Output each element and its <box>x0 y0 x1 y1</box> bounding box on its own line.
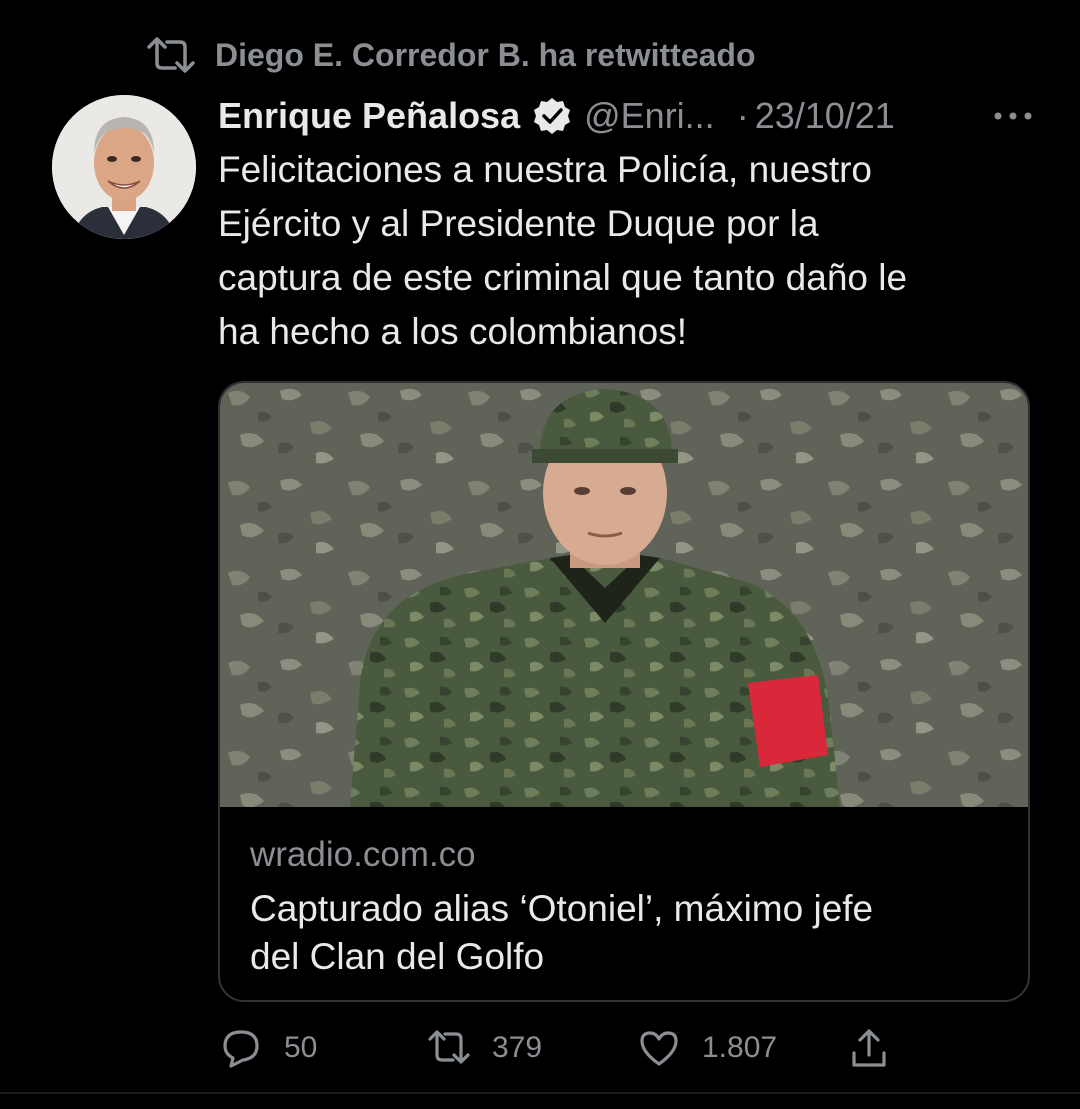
retweet-context[interactable]: Diego E. Corredor B. ha retwitteado <box>145 30 756 80</box>
reply-button[interactable]: 50 <box>218 1020 317 1076</box>
retweet-button[interactable]: 379 <box>426 1020 542 1076</box>
retweet-icon <box>147 37 195 73</box>
card-title-line: Capturado alias ‘Otoniel’, máximo jefe <box>250 888 874 929</box>
author-display-name[interactable]: Enrique Peñalosa <box>218 95 520 137</box>
tweet-text-line: captura de este criminal que tanto daño … <box>218 257 908 298</box>
retweet-context-label: Diego E. Corredor B. ha retwitteado <box>215 36 756 73</box>
share-icon <box>852 1029 886 1067</box>
retweet-icon <box>428 1030 470 1064</box>
avatar-image <box>52 95 196 239</box>
like-button[interactable]: 1.807 <box>636 1020 777 1076</box>
retweet-count: 379 <box>492 1031 543 1064</box>
divider <box>0 1092 1080 1094</box>
card-title: Capturado alias ‘Otoniel’, máximo jefe d… <box>250 885 1000 981</box>
heart-icon <box>640 1031 678 1066</box>
more-options-icon[interactable] <box>988 96 1038 136</box>
tweet-actions: 50 379 1.807 <box>216 1020 916 1076</box>
tweet-text-line: Felicitaciones a nuestra Policía, nuestr… <box>218 149 873 190</box>
like-count: 1.807 <box>702 1031 778 1064</box>
separator-dot: · <box>736 95 749 136</box>
link-preview-card[interactable]: wradio.com.co Capturado alias ‘Otoniel’,… <box>218 381 1030 1002</box>
card-domain: wradio.com.co <box>250 835 476 874</box>
avatar[interactable] <box>52 95 196 239</box>
tweet-header: Enrique Peñalosa @Enri... · 23/10/21 <box>218 88 1038 144</box>
verified-badge-icon <box>534 98 571 134</box>
tweet-text: Felicitaciones a nuestra Policía, nuestr… <box>218 143 1018 359</box>
card-title-line: del Clan del Golfo <box>250 936 545 977</box>
tweet-date[interactable]: 23/10/21 <box>755 95 895 137</box>
reply-count: 50 <box>284 1031 318 1064</box>
share-button[interactable] <box>846 1020 912 1076</box>
tweet-text-line: Ejército y al Presidente Duque por la <box>218 203 819 244</box>
tweet-text-line: ha hecho a los colombianos! <box>218 311 687 352</box>
reply-icon <box>223 1030 259 1068</box>
author-handle[interactable]: @Enri... <box>584 95 715 137</box>
card-image <box>220 383 1028 807</box>
